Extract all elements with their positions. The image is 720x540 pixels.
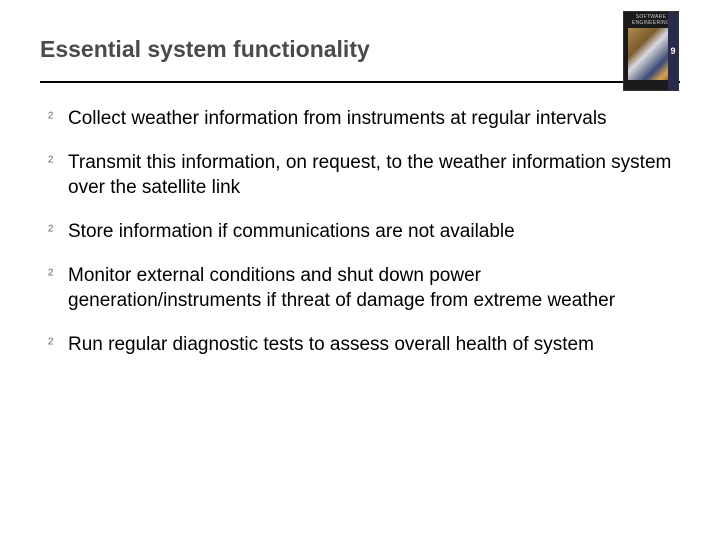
bullet-icon: ² bbox=[48, 151, 68, 175]
slide-header: Essential system functionality SOFTWARE … bbox=[0, 0, 720, 83]
thumbnail-spine: 9 bbox=[668, 12, 678, 90]
bullet-icon: ² bbox=[48, 264, 68, 288]
thumbnail-edition-number: 9 bbox=[670, 46, 675, 56]
page-title: Essential system functionality bbox=[40, 36, 680, 63]
list-item-text: Collect weather information from instrum… bbox=[68, 107, 672, 131]
bullet-icon: ² bbox=[48, 220, 68, 244]
list-item: ² Collect weather information from instr… bbox=[48, 107, 672, 131]
list-item-text: Transmit this information, on request, t… bbox=[68, 151, 672, 200]
list-item-text: Monitor external conditions and shut dow… bbox=[68, 264, 672, 313]
list-item: ² Store information if communications ar… bbox=[48, 220, 672, 244]
slide: Essential system functionality SOFTWARE … bbox=[0, 0, 720, 540]
list-item: ² Run regular diagnostic tests to assess… bbox=[48, 333, 672, 357]
title-rule bbox=[40, 81, 680, 83]
bullet-icon: ² bbox=[48, 333, 68, 357]
slide-body: ² Collect weather information from instr… bbox=[0, 83, 720, 357]
bullet-icon: ² bbox=[48, 107, 68, 131]
book-cover-thumbnail: SOFTWARE ENGINEERING 9 bbox=[624, 12, 678, 90]
list-item: ² Transmit this information, on request,… bbox=[48, 151, 672, 200]
list-item: ² Monitor external conditions and shut d… bbox=[48, 264, 672, 313]
list-item-text: Store information if communications are … bbox=[68, 220, 672, 244]
list-item-text: Run regular diagnostic tests to assess o… bbox=[68, 333, 672, 357]
